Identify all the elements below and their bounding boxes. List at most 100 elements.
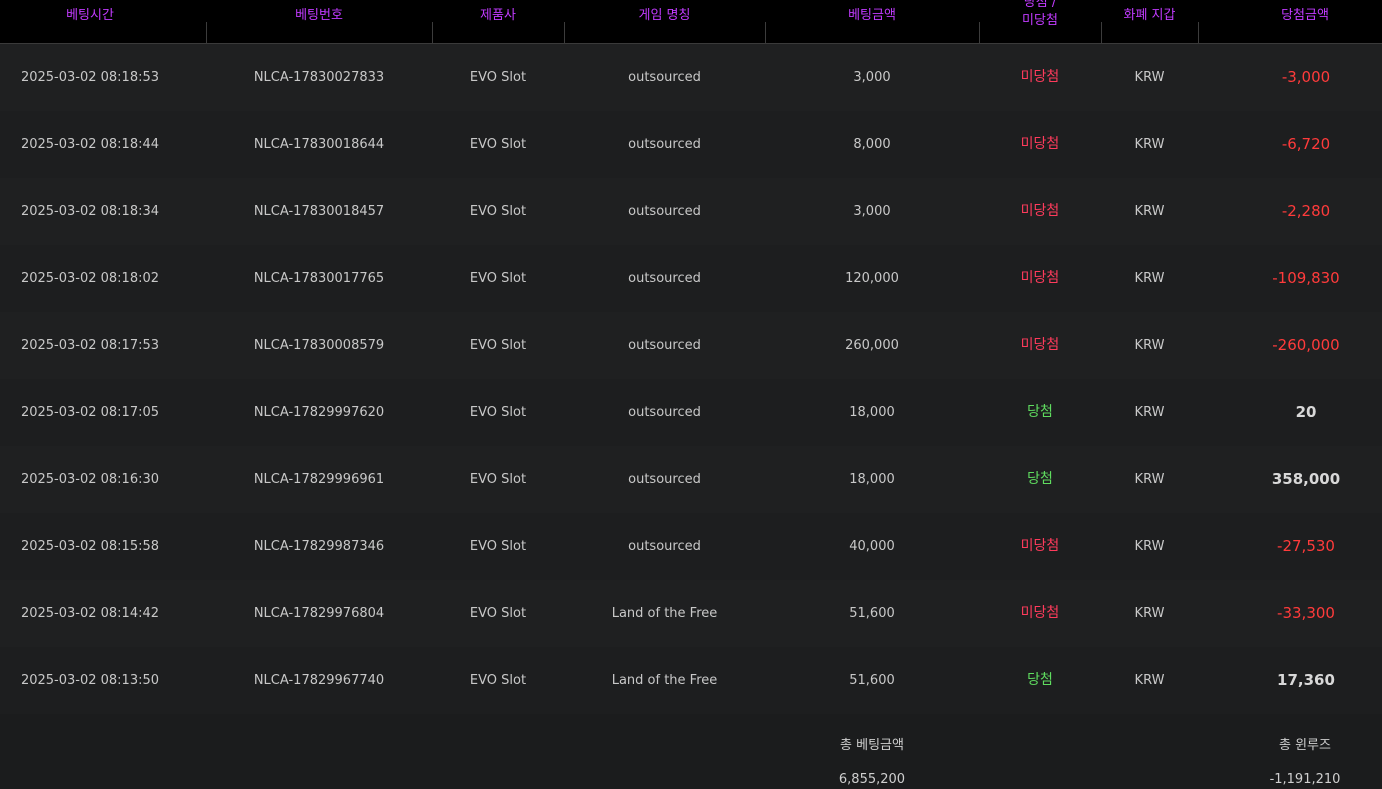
cell-provider: EVO Slot: [469, 271, 527, 286]
cell-amount: 51,600: [849, 606, 895, 621]
cell-result: 당첨: [1027, 404, 1053, 420]
cell-bet-no: NLCA-17830017765: [253, 271, 385, 286]
header-game-label: 게임 명칭: [638, 8, 691, 23]
cell-amount: 18,000: [849, 472, 895, 487]
cell-result: 미당첨: [1020, 203, 1060, 219]
table-row[interactable]: 2025-03-02 08:13:50 NLCA-17829967740 EVO S…: [0, 647, 1382, 715]
header-result-line2: 미당첨: [1022, 13, 1058, 28]
cell-game: outsourced: [628, 137, 701, 152]
cell-currency: KRW: [1134, 472, 1165, 487]
table-row[interactable]: 2025-03-02 08:18:44 NLCA-17830018644 EVO S…: [0, 111, 1382, 179]
table-row[interactable]: 2025-03-02 08:16:30 NLCA-17829996961 EVO S…: [0, 446, 1382, 514]
cell-game: outsourced: [628, 472, 701, 487]
cell-result: 미당첨: [1020, 270, 1060, 286]
total-bet-label: 총 베팅금액: [840, 738, 904, 753]
cell-provider: EVO Slot: [469, 338, 527, 353]
table-row[interactable]: 2025-03-02 08:17:05 NLCA-17829997620 EVO S…: [0, 379, 1382, 447]
cell-result: 미당첨: [1020, 538, 1060, 554]
cell-bet-no: NLCA-17829976804: [253, 606, 385, 621]
header-result-label: 당첨 / 미당첨: [979, 0, 1101, 30]
cell-amount: 3,000: [853, 70, 891, 85]
cell-result: 미당첨: [1020, 136, 1060, 152]
cell-game: outsourced: [628, 204, 701, 219]
cell-provider: EVO Slot: [469, 204, 527, 219]
header-amount-label: 베팅금액: [848, 8, 896, 23]
cell-currency: KRW: [1134, 673, 1165, 688]
cell-currency: KRW: [1134, 539, 1165, 554]
cell-amount: 8,000: [853, 137, 891, 152]
cell-bet-time: 2025-03-02 08:18:44: [20, 137, 160, 152]
cell-amount: 260,000: [845, 338, 899, 353]
cell-win-amount: -33,300: [1277, 604, 1335, 622]
header-bet-time[interactable]: 베팅시간: [0, 0, 180, 43]
cell-bet-no: NLCA-17829967740: [253, 673, 385, 688]
cell-game: outsourced: [628, 539, 701, 554]
table-row[interactable]: 2025-03-02 08:14:42 NLCA-17829976804 EVO S…: [0, 580, 1382, 648]
cell-currency: KRW: [1134, 606, 1165, 621]
cell-bet-time: 2025-03-02 08:17:05: [20, 405, 160, 420]
header-divider: [1101, 22, 1102, 43]
cell-result: 미당첨: [1020, 69, 1060, 85]
table-row[interactable]: 2025-03-02 08:18:02 NLCA-17830017765 EVO S…: [0, 245, 1382, 313]
cell-currency: KRW: [1134, 137, 1165, 152]
header-bet-no[interactable]: 베팅번호: [206, 0, 432, 43]
cell-win-amount: -109,830: [1272, 269, 1340, 287]
cell-bet-no: NLCA-17830008579: [253, 338, 385, 353]
cell-provider: EVO Slot: [469, 472, 527, 487]
cell-bet-no: NLCA-17830018644: [253, 137, 385, 152]
cell-provider: EVO Slot: [469, 70, 527, 85]
cell-game: outsourced: [628, 70, 701, 85]
cell-win-amount: -27,530: [1277, 537, 1335, 555]
cell-provider: EVO Slot: [469, 405, 527, 420]
table-header: 베팅시간 베팅번호 제품사 게임 명칭 베팅금액 당첨 / 미당첨 화폐 지갑 당…: [0, 0, 1382, 44]
cell-win-amount: 17,360: [1277, 671, 1335, 689]
header-amount[interactable]: 베팅금액: [765, 0, 979, 43]
cell-amount: 40,000: [849, 539, 895, 554]
header-bet-time-label: 베팅시간: [66, 8, 114, 23]
table-row[interactable]: 2025-03-02 08:17:53 NLCA-17830008579 EVO S…: [0, 312, 1382, 380]
header-provider[interactable]: 제품사: [432, 0, 564, 43]
cell-amount: 120,000: [845, 271, 899, 286]
cell-result: 당첨: [1027, 672, 1053, 688]
cell-currency: KRW: [1134, 204, 1165, 219]
cell-provider: EVO Slot: [469, 606, 527, 621]
cell-bet-time: 2025-03-02 08:16:30: [20, 472, 160, 487]
total-bet-value: 6,855,200: [838, 772, 906, 787]
header-provider-label: 제품사: [480, 8, 516, 23]
cell-game: outsourced: [628, 338, 701, 353]
cell-bet-time: 2025-03-02 08:18:53: [20, 70, 160, 85]
total-winloss-label: 총 윈루즈: [1279, 738, 1331, 753]
cell-game: outsourced: [628, 271, 701, 286]
cell-currency: KRW: [1134, 405, 1165, 420]
cell-win-amount: 20: [1295, 403, 1317, 421]
cell-bet-time: 2025-03-02 08:14:42: [20, 606, 160, 621]
header-divider: [206, 22, 207, 43]
cell-bet-no: NLCA-17830027833: [253, 70, 385, 85]
header-result[interactable]: 당첨 / 미당첨: [979, 0, 1101, 43]
table-row[interactable]: 2025-03-02 08:18:53 NLCA-17830027833 EVO S…: [0, 44, 1382, 112]
header-game[interactable]: 게임 명칭: [564, 0, 765, 43]
cell-win-amount: -2,280: [1281, 202, 1331, 220]
cell-result: 미당첨: [1020, 605, 1060, 621]
cell-bet-time: 2025-03-02 08:13:50: [20, 673, 160, 688]
header-win-amount-label: 당첨금액: [1281, 8, 1329, 23]
cell-game: Land of the Free: [611, 673, 718, 688]
header-divider: [432, 22, 433, 43]
cell-bet-no: NLCA-17829996961: [253, 472, 385, 487]
cell-game: Land of the Free: [611, 606, 718, 621]
cell-amount: 51,600: [849, 673, 895, 688]
cell-game: outsourced: [628, 405, 701, 420]
table-row[interactable]: 2025-03-02 08:18:34 NLCA-17830018457 EVO S…: [0, 178, 1382, 246]
header-bet-no-label: 베팅번호: [295, 8, 343, 23]
table-row[interactable]: 2025-03-02 08:15:58 NLCA-17829987346 EVO S…: [0, 513, 1382, 581]
header-currency[interactable]: 화폐 지갑: [1101, 0, 1198, 43]
header-win-amount[interactable]: 당첨금액: [1198, 0, 1382, 43]
header-divider: [1198, 22, 1199, 43]
cell-bet-no: NLCA-17829987346: [253, 539, 385, 554]
header-result-line1: 당첨 /: [1023, 0, 1057, 10]
cell-bet-no: NLCA-17829997620: [253, 405, 385, 420]
header-currency-label: 화폐 지갑: [1123, 8, 1176, 23]
totals-footer: 총 베팅금액 6,855,200 총 윈루즈 -1,191,210: [0, 714, 1382, 789]
bet-history-page: 베팅시간 베팅번호 제품사 게임 명칭 베팅금액 당첨 / 미당첨 화폐 지갑 당…: [0, 0, 1382, 789]
cell-amount: 18,000: [849, 405, 895, 420]
